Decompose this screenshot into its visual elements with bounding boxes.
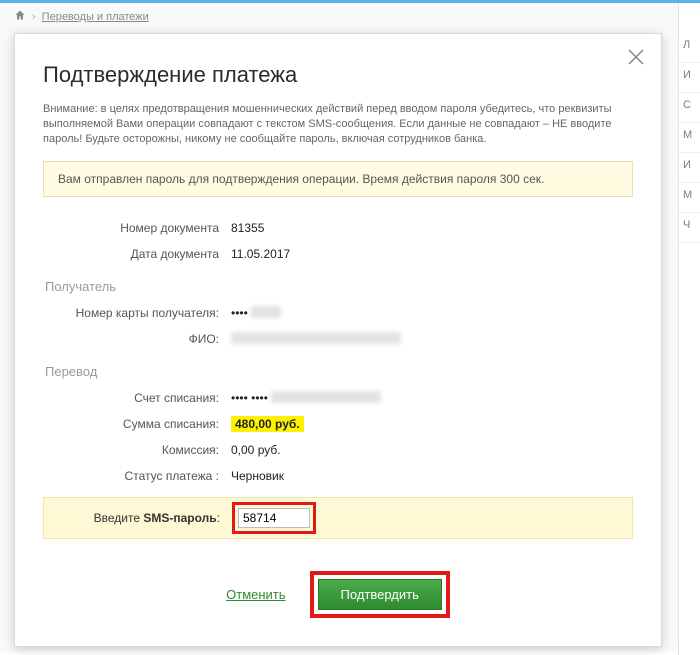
field-status: Статус платежа : Черновик <box>43 463 633 489</box>
field-recipient-fio: ФИО: x <box>43 326 633 352</box>
sidebar-stub: М <box>679 123 700 153</box>
breadcrumb: › Переводы и платежи <box>0 3 700 28</box>
field-debit-account: Счет списания: •••• •••• x <box>43 385 633 411</box>
section-transfer: Перевод <box>45 364 633 379</box>
label: Статус платежа : <box>43 469 231 483</box>
sms-password-input[interactable] <box>238 508 310 528</box>
field-doc-date: Дата документа 11.05.2017 <box>43 241 633 267</box>
sidebar-stub: И <box>679 153 700 183</box>
field-doc-number: Номер документа 81355 <box>43 215 633 241</box>
value: 0,00 руб. <box>231 443 633 457</box>
confirm-button[interactable]: Подтвердить <box>318 579 442 610</box>
label: Номер карты получателя: <box>43 306 231 320</box>
modal-title: Подтверждение платежа <box>43 62 633 88</box>
value: 81355 <box>231 221 633 235</box>
confirm-highlight: Подтвердить <box>310 571 450 618</box>
sms-sent-alert: Вам отправлен пароль для подтверждения о… <box>43 161 633 197</box>
home-icon[interactable] <box>14 9 26 24</box>
value: x <box>231 332 633 346</box>
sidebar-stub: С <box>679 93 700 123</box>
right-sidebar: Л И С М И М Ч <box>678 3 700 655</box>
modal-actions: Отменить Подтвердить <box>43 571 633 618</box>
label: Счет списания: <box>43 391 231 405</box>
label: ФИО: <box>43 332 231 346</box>
label: Номер документа <box>43 221 231 235</box>
cancel-button[interactable]: Отменить <box>226 587 285 602</box>
sms-input-highlight <box>232 502 316 534</box>
value: Черновик <box>231 469 633 483</box>
breadcrumb-separator: › <box>32 11 36 23</box>
payment-confirmation-modal: Подтверждение платежа Внимание: в целях … <box>14 33 662 647</box>
label: Сумма списания: <box>43 417 231 431</box>
label: Дата документа <box>43 247 231 261</box>
sidebar-stub: Ч <box>679 213 700 243</box>
value: 480,00 руб. <box>231 417 633 431</box>
sidebar-stub: Л <box>679 33 700 63</box>
label: Комиссия: <box>43 443 231 457</box>
sms-label: Введите SMS-пароль: <box>44 511 232 525</box>
sidebar-stub: М <box>679 183 700 213</box>
field-recipient-card: Номер карты получателя: •••• x <box>43 300 633 326</box>
value: 11.05.2017 <box>231 247 633 261</box>
sms-password-row: Введите SMS-пароль: <box>43 497 633 539</box>
value: •••• x <box>231 306 633 320</box>
value: •••• •••• x <box>231 391 633 405</box>
close-icon[interactable] <box>625 46 647 68</box>
breadcrumb-link[interactable]: Переводы и платежи <box>42 11 149 23</box>
field-fee: Комиссия: 0,00 руб. <box>43 437 633 463</box>
sidebar-stub: И <box>679 63 700 93</box>
field-amount: Сумма списания: 480,00 руб. <box>43 411 633 437</box>
warning-text: Внимание: в целях предотвращения мошенни… <box>43 102 633 147</box>
section-recipient: Получатель <box>45 279 633 294</box>
